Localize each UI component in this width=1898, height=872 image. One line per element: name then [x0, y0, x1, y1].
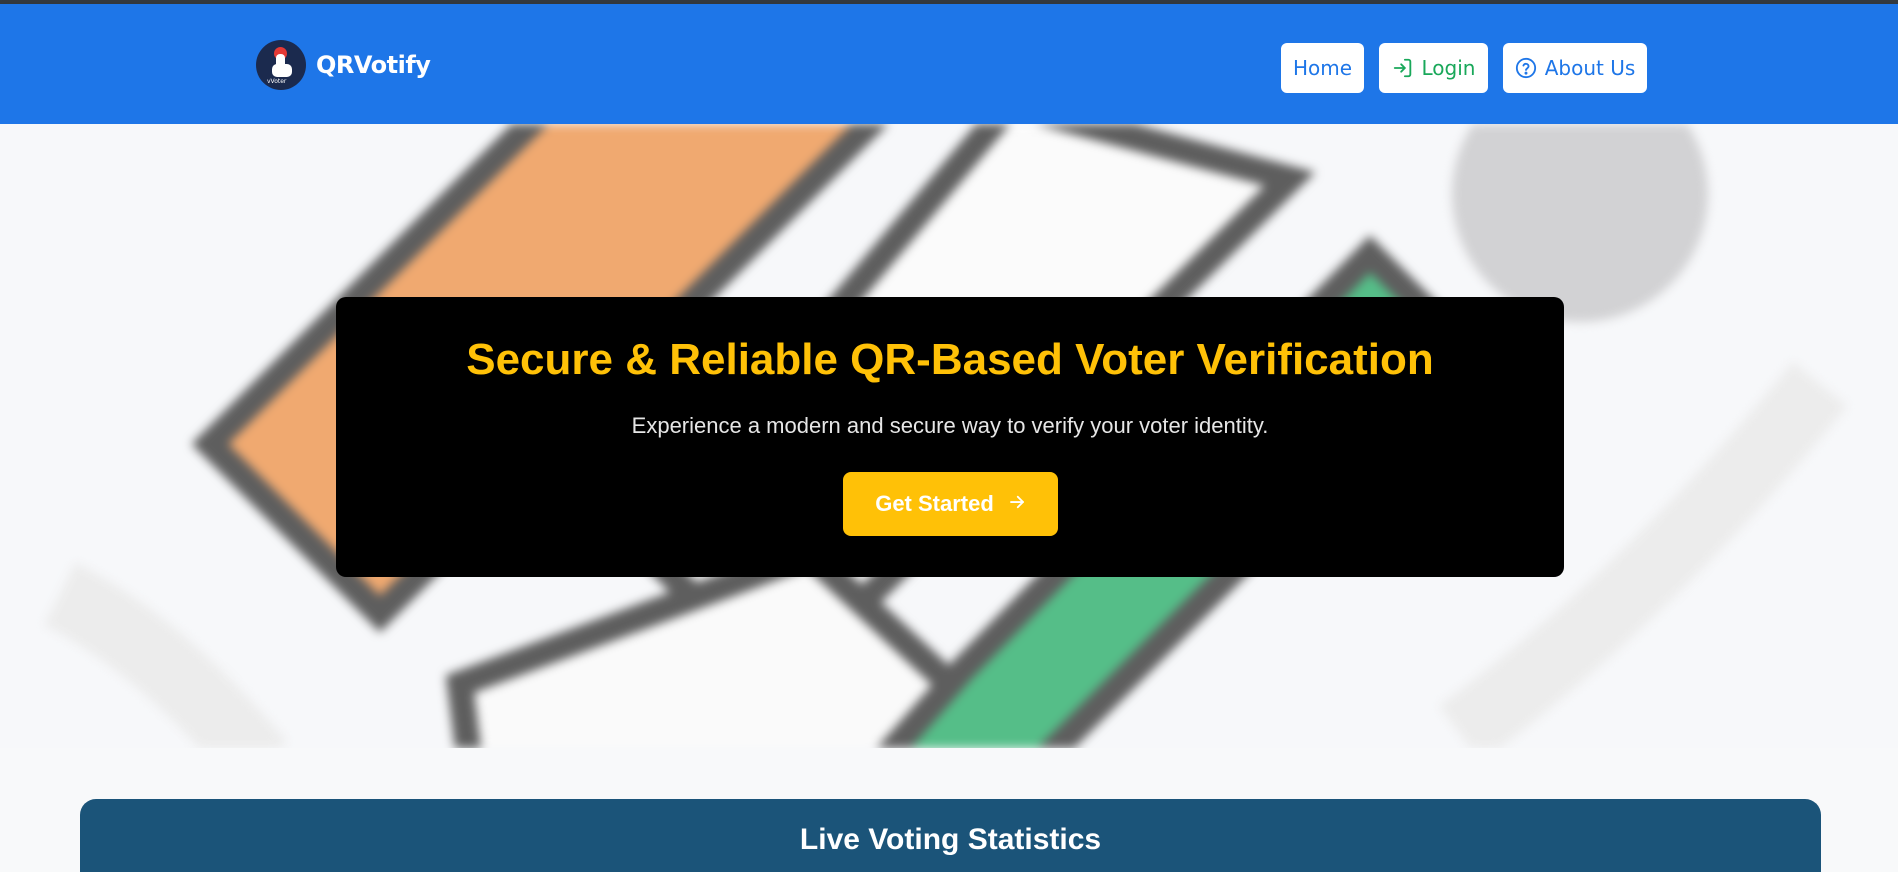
logo-tag: vVoter [267, 78, 287, 85]
get-started-button[interactable]: Get Started [843, 472, 1058, 536]
login-icon [1392, 57, 1414, 79]
hero-title: Secure & Reliable QR-Based Voter Verific… [466, 335, 1434, 384]
nav-about-label: About Us [1544, 56, 1636, 80]
hero-section: Secure & Reliable QR-Based Voter Verific… [0, 124, 1898, 748]
hero-card: Secure & Reliable QR-Based Voter Verific… [336, 297, 1564, 577]
nav-home-button[interactable]: Home [1281, 43, 1364, 93]
brand[interactable]: vVoter QRVotify [256, 39, 431, 91]
arrow-right-icon [1008, 491, 1026, 517]
nav-about-button[interactable]: About Us [1503, 43, 1647, 93]
nav-login-label: Login [1421, 56, 1476, 80]
nav-login-button[interactable]: Login [1379, 43, 1488, 93]
question-circle-icon [1515, 57, 1537, 79]
stats-title: Live Voting Statistics [799, 823, 1102, 856]
app-logo: vVoter [256, 40, 306, 90]
brand-name: QRVotify [316, 51, 431, 79]
hero-subtitle: Experience a modern and secure way to ve… [631, 413, 1269, 438]
get-started-label: Get Started [875, 491, 994, 516]
nav-home-label: Home [1292, 56, 1353, 80]
live-stats-section: Live Voting Statistics [80, 799, 1821, 872]
logo-palm [272, 64, 292, 77]
navbar: vVoter QRVotify Home Login About Us [0, 4, 1898, 124]
